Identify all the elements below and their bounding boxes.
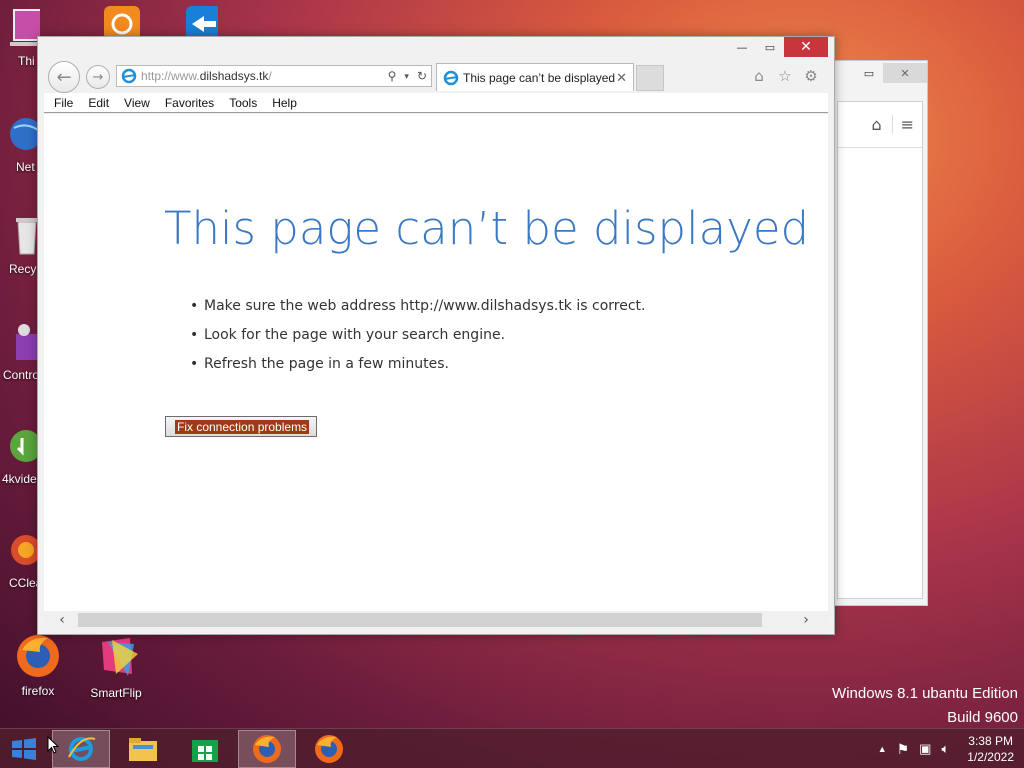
close-button[interactable]: ✕ — [883, 63, 927, 83]
dropdown-icon[interactable]: ▾ — [404, 71, 409, 82]
ie-favicon-icon — [443, 70, 459, 85]
menu-file[interactable]: File — [54, 96, 73, 110]
recycle-bin-icon — [0, 214, 40, 258]
desktop-icon-network[interactable]: Net — [0, 112, 40, 174]
start-button[interactable] — [10, 737, 38, 761]
tab-close-icon[interactable]: ✕ — [616, 70, 627, 86]
network-icon[interactable]: ▣ — [919, 741, 931, 757]
control-panel-icon — [0, 320, 40, 364]
windows-edition-watermark: Windows 8.1 ubantu Edition — [832, 685, 1018, 702]
scroll-right-icon[interactable]: › — [796, 611, 816, 629]
horizontal-scrollbar[interactable]: ‹ › — [44, 611, 828, 629]
system-tray: ▲ ⚑ ▣ 🔈︎ 3:38 PM 1/2/2022 — [878, 729, 1014, 768]
forward-button[interactable]: → — [86, 65, 110, 89]
firefox-content: ⌂ ≡ — [837, 101, 923, 599]
firefox-icon — [14, 632, 62, 680]
fix-connection-label: Fix connection problems — [175, 419, 310, 434]
gear-icon[interactable]: ⚙ — [802, 67, 820, 85]
taskbar-firefox-1[interactable] — [238, 730, 296, 768]
taskbar-internet-explorer[interactable] — [52, 730, 110, 768]
taskbar-store[interactable] — [176, 730, 234, 768]
firefox-background-window[interactable]: ▭ ✕ ⌂ ≡ — [826, 60, 928, 606]
desktop-icon-recycle-bin[interactable]: Recy — [0, 214, 40, 276]
list-item: Look for the page with your search engin… — [190, 327, 645, 356]
firefox-icon — [253, 735, 281, 763]
command-icons: ⌂ ☆ ⚙ — [750, 67, 820, 85]
clock[interactable]: 3:38 PM 1/2/2022 — [967, 733, 1014, 765]
volume-muted-icon[interactable]: 🔈︎ — [941, 741, 949, 757]
taskbar-file-explorer[interactable] — [114, 730, 172, 768]
search-icon[interactable]: ⚲ — [388, 69, 397, 83]
desktop-icon-4kvideo[interactable]: 4kvide — [0, 424, 40, 486]
menu-view[interactable]: View — [124, 96, 150, 110]
page-content: This page can’t be displayed Make sure t… — [44, 114, 828, 611]
store-icon — [192, 740, 218, 762]
menu-help[interactable]: Help — [272, 96, 297, 110]
desktop-icon-ccleaner[interactable]: CClea — [0, 528, 40, 590]
network-globe-icon — [0, 112, 40, 156]
tab-title: This page can’t be displayed — [463, 70, 616, 85]
desktop-icon-control-panel[interactable]: Contro — [0, 320, 40, 382]
desktop-icon-this-pc[interactable]: Thi — [0, 6, 40, 68]
internet-explorer-icon — [68, 737, 96, 761]
desktop-icon-smartflip[interactable]: SmartFlip — [80, 634, 152, 700]
list-item: Make sure the web address http://www.dil… — [190, 298, 645, 327]
home-icon[interactable]: ⌂ — [871, 115, 881, 134]
firefox-icon — [315, 735, 343, 763]
4k-video-downloader-icon — [0, 424, 40, 468]
taskbar-firefox-2[interactable] — [300, 730, 358, 768]
taskbar: ▲ ⚑ ▣ 🔈︎ 3:38 PM 1/2/2022 — [0, 728, 1024, 768]
new-tab-button[interactable] — [636, 65, 664, 91]
windows-logo-icon — [12, 738, 36, 760]
scroll-left-icon[interactable]: ‹ — [52, 611, 72, 629]
fix-connection-button[interactable]: Fix connection problems — [165, 416, 317, 437]
menu-tools[interactable]: Tools — [229, 96, 257, 110]
error-suggestions: Make sure the web address http://www.dil… — [190, 298, 645, 385]
favorites-star-icon[interactable]: ☆ — [776, 67, 794, 85]
refresh-icon[interactable]: ↻ — [417, 69, 427, 83]
minimize-button[interactable]: — — [728, 37, 756, 57]
tab-current[interactable]: This page can’t be displayed ✕ — [436, 63, 634, 91]
window-caption-buttons: — ▭ ✕ — [728, 37, 828, 57]
internet-explorer-window[interactable]: — ▭ ✕ ← → http://www. dilshadsys.tk / ⚲ ▾ … — [37, 36, 835, 635]
back-button[interactable]: ← — [48, 61, 80, 93]
close-button[interactable]: ✕ — [784, 37, 828, 57]
smartflip-icon — [92, 634, 140, 682]
scrollbar-thumb[interactable] — [78, 613, 762, 627]
minimize-button[interactable]: ▭ — [855, 63, 883, 83]
address-bar[interactable]: http://www. dilshadsys.tk / ⚲ ▾ ↻ — [116, 65, 432, 87]
action-center-flag-icon[interactable]: ⚑ — [897, 741, 910, 758]
list-item: Refresh the page in a few minutes. — [190, 356, 645, 385]
desktop-icon-firefox[interactable]: firefox — [2, 632, 74, 698]
menu-favorites[interactable]: Favorites — [165, 96, 214, 110]
home-icon[interactable]: ⌂ — [750, 67, 768, 85]
mouse-cursor-icon — [47, 736, 59, 754]
error-heading: This page can’t be displayed — [164, 202, 810, 255]
ie-favicon-icon — [121, 68, 137, 84]
firefox-title-bar: ▭ ✕ — [827, 61, 927, 85]
show-hidden-icons-icon[interactable]: ▲ — [878, 744, 887, 754]
menu-edit[interactable]: Edit — [88, 96, 109, 110]
windows-build-watermark: Build 9600 — [947, 709, 1018, 726]
file-explorer-icon — [129, 738, 157, 761]
navigation-bar: ← → http://www. dilshadsys.tk / ⚲ ▾ ↻ This… — [46, 61, 826, 93]
ccleaner-icon — [0, 528, 40, 572]
computer-icon — [0, 6, 40, 50]
maximize-button[interactable]: ▭ — [756, 37, 784, 57]
clock-time: 3:38 PM — [968, 734, 1013, 748]
menu-icon[interactable]: ≡ — [891, 115, 914, 134]
clock-date: 1/2/2022 — [967, 750, 1014, 764]
menu-bar: File Edit View Favorites Tools Help — [44, 93, 828, 113]
firefox-toolbar: ⌂ ≡ — [838, 102, 922, 148]
